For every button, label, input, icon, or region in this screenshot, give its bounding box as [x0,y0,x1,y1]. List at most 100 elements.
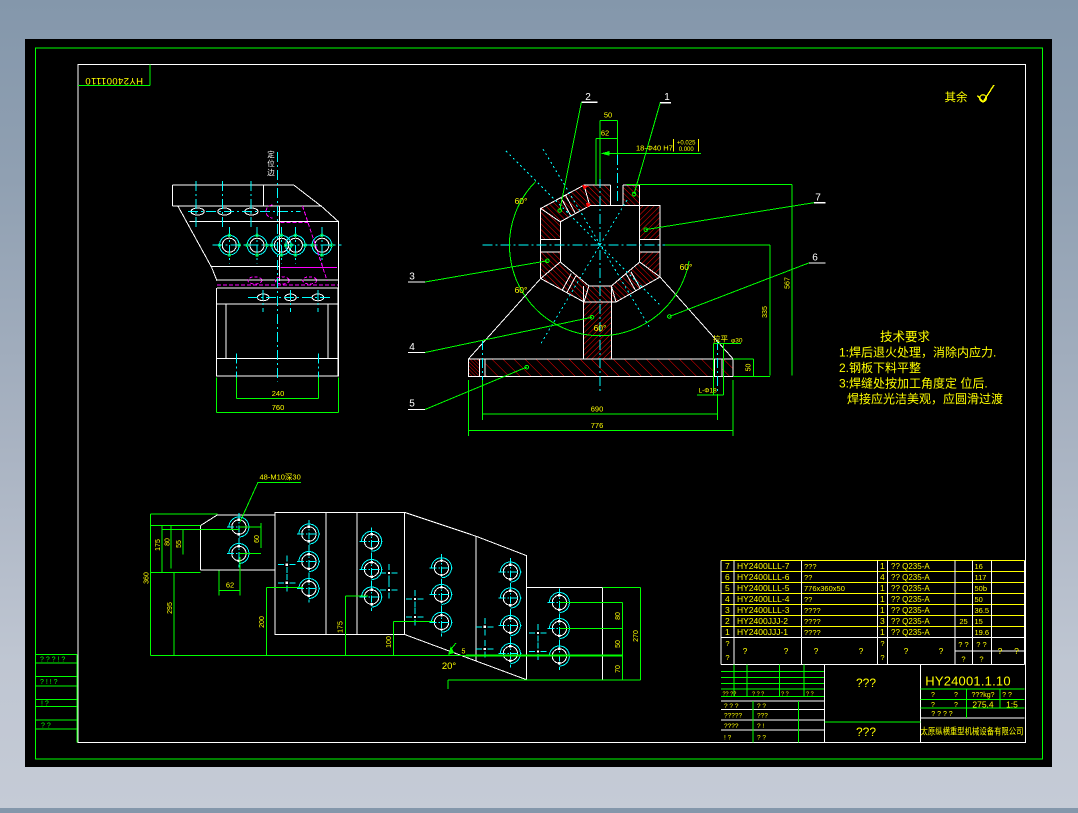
svg-text:4: 4 [409,342,415,353]
svg-text:?? Q235-A: ?? Q235-A [891,562,930,571]
svg-text:? ? ? ! ?: ? ? ? ! ? [40,657,65,664]
svg-text:2: 2 [585,92,591,103]
svg-text:760: 760 [272,403,285,412]
svg-text:270: 270 [633,630,640,642]
svg-text:? ? ?: ? ? ? [724,703,739,710]
svg-text:200: 200 [259,616,266,628]
svg-text:2.钢板下料平整: 2.钢板下料平整 [839,360,921,375]
svg-text:边: 边 [267,168,275,177]
svg-text:5: 5 [409,399,415,410]
svg-text:1:焊后退火处理，消除内应力.: 1:焊后退火处理，消除内应力. [839,345,996,360]
svg-text:? ?: ? ? [1002,692,1012,699]
svg-text:1: 1 [880,583,885,593]
svg-text:? ?: ? ? [806,691,814,697]
svg-text:50: 50 [975,595,983,604]
svg-text:HY2400LLL-5: HY2400LLL-5 [737,583,790,593]
svg-text:?: ? [725,639,729,648]
svg-text:?: ? [931,692,935,699]
svg-text:?: ? [743,646,748,656]
svg-text:??: ?? [804,573,812,582]
svg-text:175: 175 [155,539,162,551]
svg-text:! ?: ! ? [41,701,49,708]
svg-text:62: 62 [226,581,234,590]
svg-text:? !: ? ! [757,723,764,730]
svg-text:?: ? [904,646,909,656]
svg-text:拉平: 拉平 [713,334,728,344]
svg-text:7: 7 [725,561,730,571]
svg-text:? ? ? ?: ? ? ? ? [931,711,953,718]
svg-text:50: 50 [604,111,612,120]
svg-text:HY2400LLL-7: HY2400LLL-7 [737,561,790,571]
svg-text:?: ? [939,646,944,656]
svg-text:? ?: ? ? [757,703,766,710]
svg-text:位: 位 [267,158,275,168]
svg-text:?: ? [784,646,789,656]
svg-text:HY2400LLL-6: HY2400LLL-6 [737,572,790,582]
svg-text:?? Q235-A: ?? Q235-A [891,628,930,637]
svg-text:HY2400JJJ-1: HY2400JJJ-1 [737,627,788,637]
svg-text:? ! ! ?: ? ! ! ? [40,679,58,686]
svg-text:25: 25 [959,617,967,626]
svg-text:太原纵横重型机械设备有限公司: 太原纵横重型机械设备有限公司 [921,726,1024,737]
svg-text:1: 1 [880,605,885,615]
svg-text:3: 3 [409,272,415,283]
svg-text:62: 62 [601,129,609,138]
svg-text:L-Φ18: L-Φ18 [699,388,718,395]
svg-text:3: 3 [880,616,885,626]
svg-text:? ?: ? ? [781,691,789,697]
svg-text:1: 1 [880,561,885,571]
svg-text:335: 335 [762,306,769,318]
svg-text:?? Q235-A: ?? Q235-A [891,584,930,593]
svg-text:0.000: 0.000 [679,147,695,153]
svg-text:60°: 60° [594,323,607,333]
svg-text:80: 80 [165,538,172,546]
svg-text:?: ? [880,639,884,648]
svg-text:?? Q235-A: ?? Q235-A [891,595,930,604]
svg-text:70: 70 [615,665,622,673]
svg-text:其余: 其余 [945,90,968,104]
svg-text:????: ???? [804,628,821,637]
svg-text:60: 60 [254,535,261,543]
svg-text:? ? ?: ? ? ? [752,691,764,697]
svg-text:1: 1 [664,92,670,103]
svg-text:776: 776 [591,421,604,430]
svg-text:???: ??? [856,676,876,690]
svg-text:20°: 20° [442,661,457,672]
svg-text:?? Q235-A: ?? Q235-A [891,573,930,582]
svg-text:690: 690 [591,405,604,414]
svg-text:?: ? [931,702,935,709]
svg-text:1: 1 [725,627,730,637]
svg-text:4: 4 [880,572,885,582]
svg-text:?: ? [725,653,729,662]
svg-text:776x360x50: 776x360x50 [804,584,845,593]
svg-text:2: 2 [725,616,730,626]
svg-text:?: ? [954,692,958,699]
svg-text:技术要求: 技术要求 [880,330,931,344]
svg-text:????: ???? [724,723,739,730]
svg-text:? ?: ? ? [976,640,986,649]
svg-text:50: 50 [746,364,753,372]
svg-text:55: 55 [176,540,183,548]
svg-text:4: 4 [725,594,730,604]
svg-text:?: ? [961,655,965,664]
svg-text:360: 360 [144,572,151,584]
svg-text:567: 567 [785,277,792,289]
svg-text:?: ? [1014,646,1019,656]
svg-text:+0.025: +0.025 [677,140,696,146]
svg-text:100: 100 [386,636,393,648]
svg-text:?: ? [979,655,983,664]
svg-text:117: 117 [975,573,987,582]
svg-text:????: ???? [804,617,821,626]
svg-text:?: ? [880,653,884,662]
svg-text:1: 1 [880,627,885,637]
svg-text:275.4: 275.4 [972,699,994,709]
svg-text:1: 1 [880,594,885,604]
svg-text:? ?: ? ? [41,723,51,730]
svg-text:?? Q235-A: ?? Q235-A [891,606,930,615]
svg-text:50b: 50b [975,584,988,593]
svg-text:?: ? [954,702,958,709]
svg-text:? ?: ? ? [757,735,766,742]
svg-text:! ?: ! ? [724,735,732,742]
svg-text:?? Q235-A: ?? Q235-A [891,617,930,626]
svg-text:5: 5 [462,649,466,656]
